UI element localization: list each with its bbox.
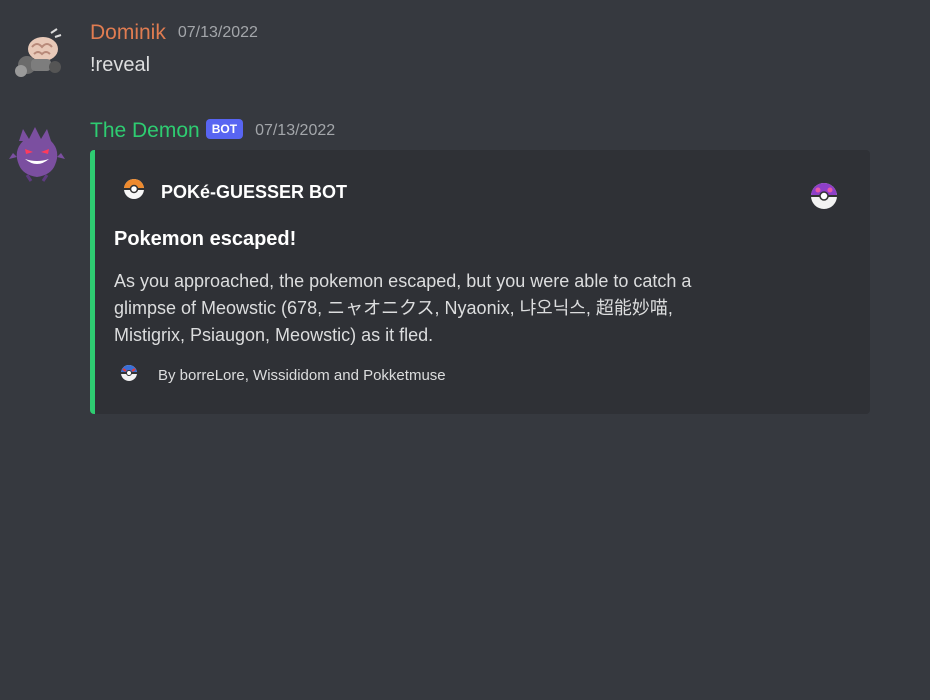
message-header: Dominik 07/13/2022 — [90, 20, 258, 46]
message-header: The Demon BOT 07/13/2022 — [90, 118, 335, 144]
message-content: !reveal — [90, 54, 151, 76]
embed-footer-text: By borreLore, Wissididom and Pokketmuse — [158, 366, 446, 384]
embed-title: Pokemon escaped! — [114, 228, 297, 250]
chat-area: Dominik 07/13/2022 !reveal The Demon BOT… — [0, 0, 930, 700]
master-ball-icon[interactable] — [810, 182, 838, 210]
brain-avatar-icon[interactable] — [4, 22, 70, 88]
username[interactable]: Dominik — [90, 20, 166, 46]
embed-description: As you approached, the pokemon escaped, … — [114, 271, 692, 345]
embed-footer: By borreLore, Wissididom and Pokketmuse — [120, 364, 446, 387]
timestamp: 07/13/2022 — [255, 122, 336, 139]
great-ball-icon — [120, 364, 138, 387]
bot-badge: BOT — [205, 119, 244, 139]
embed-author-name[interactable]: POKé-GUESSER BOT — [161, 180, 347, 204]
pokeball-icon — [123, 178, 145, 205]
username[interactable]: The Demon — [90, 118, 200, 144]
gengar-avatar-icon[interactable] — [4, 120, 70, 186]
timestamp: 07/13/2022 — [177, 24, 258, 41]
embed-author: POKé-GUESSER BOT — [123, 178, 347, 205]
embed: POKé-GUESSER BOT Pokemon escaped! As you… — [90, 150, 870, 414]
